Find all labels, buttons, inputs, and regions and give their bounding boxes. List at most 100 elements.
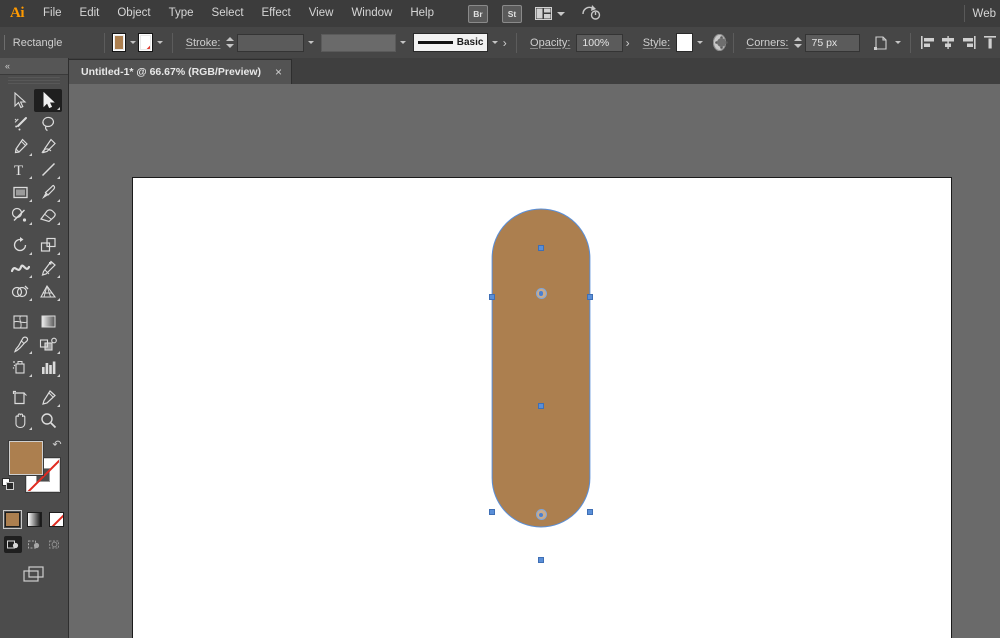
corners-label[interactable]: Corners: bbox=[740, 37, 794, 49]
tools-panel-grip[interactable] bbox=[8, 77, 60, 86]
slice-tool[interactable] bbox=[34, 386, 62, 409]
draw-behind-button[interactable] bbox=[25, 536, 43, 553]
opacity-input[interactable]: 100% bbox=[576, 33, 624, 52]
anchor-handle-top-left[interactable] bbox=[489, 293, 496, 300]
live-corner-widget-top[interactable] bbox=[535, 288, 547, 300]
sync-settings-icon[interactable] bbox=[581, 4, 601, 23]
center-point[interactable] bbox=[538, 402, 545, 409]
tool-flyout-indicator[interactable] bbox=[57, 404, 60, 407]
color-mode-button[interactable] bbox=[2, 510, 22, 529]
shaper-tool[interactable] bbox=[6, 204, 34, 227]
opacity-label[interactable]: Opacity: bbox=[524, 37, 576, 49]
perspective-grid-tool[interactable] bbox=[34, 280, 62, 303]
paintbrush-tool[interactable] bbox=[34, 181, 62, 204]
menu-object[interactable]: Object bbox=[108, 0, 159, 27]
tool-flyout-indicator[interactable] bbox=[57, 298, 60, 301]
shape-builder-tool[interactable] bbox=[6, 280, 34, 303]
selection-tool[interactable] bbox=[6, 89, 34, 112]
tool-flyout-indicator[interactable] bbox=[57, 222, 60, 225]
fill-swatch[interactable] bbox=[111, 33, 127, 52]
stroke-weight-input[interactable] bbox=[237, 33, 304, 52]
eraser-tool[interactable] bbox=[34, 204, 62, 227]
tool-flyout-indicator[interactable] bbox=[57, 351, 60, 354]
tool-flyout-indicator[interactable] bbox=[29, 275, 32, 278]
anchor-handle-top-right[interactable] bbox=[586, 293, 593, 300]
symbol-sprayer-tool[interactable] bbox=[6, 356, 34, 379]
stroke-label[interactable]: Stroke: bbox=[180, 37, 227, 49]
draw-normal-button[interactable] bbox=[4, 536, 22, 553]
width-profile-dropdown-icon[interactable] bbox=[398, 33, 408, 52]
opacity-options-icon[interactable]: › bbox=[623, 36, 632, 50]
stroke-swatch[interactable] bbox=[138, 33, 154, 52]
change-screen-mode-button[interactable] bbox=[0, 565, 68, 583]
stroke-weight-stepper[interactable] bbox=[226, 33, 235, 52]
magic-wand-tool[interactable] bbox=[6, 112, 34, 135]
hand-tool[interactable] bbox=[6, 409, 34, 432]
anchor-handle-bottom-left[interactable] bbox=[489, 508, 496, 515]
chevron-down-icon[interactable] bbox=[557, 11, 565, 16]
menu-view[interactable]: View bbox=[300, 0, 343, 27]
menu-type[interactable]: Type bbox=[160, 0, 203, 27]
workspace-switcher[interactable]: Web bbox=[973, 8, 1000, 20]
menu-window[interactable]: Window bbox=[342, 0, 401, 27]
none-mode-button[interactable] bbox=[48, 512, 64, 527]
tool-flyout-indicator[interactable] bbox=[57, 176, 60, 179]
anchor-handle-bottom-right[interactable] bbox=[586, 508, 593, 515]
document-tab[interactable]: Untitled-1* @ 66.67% (RGB/Preview) × bbox=[68, 59, 293, 84]
lasso-tool[interactable] bbox=[34, 112, 62, 135]
direct-selection-tool[interactable] bbox=[34, 89, 62, 112]
fill-dropdown-icon[interactable] bbox=[128, 33, 138, 52]
tool-flyout-indicator[interactable] bbox=[29, 153, 32, 156]
align-center-icon[interactable] bbox=[940, 32, 957, 54]
tool-flyout-indicator[interactable] bbox=[29, 252, 32, 255]
artboard-tool[interactable] bbox=[6, 386, 34, 409]
draw-inside-button[interactable] bbox=[46, 536, 64, 553]
style-dropdown-icon[interactable] bbox=[695, 33, 705, 52]
curvature-tool[interactable] bbox=[34, 135, 62, 158]
corner-radius-input[interactable]: 75 px bbox=[805, 33, 860, 52]
close-icon[interactable]: × bbox=[275, 66, 282, 78]
tool-flyout-indicator[interactable] bbox=[29, 176, 32, 179]
stroke-weight-dropdown-icon[interactable] bbox=[306, 33, 316, 52]
pen-tool[interactable] bbox=[6, 135, 34, 158]
tool-flyout-indicator[interactable] bbox=[29, 222, 32, 225]
tool-flyout-indicator[interactable] bbox=[29, 427, 32, 430]
scale-tool[interactable] bbox=[34, 234, 62, 257]
anchor-handle-top[interactable] bbox=[538, 244, 545, 251]
tool-flyout-indicator[interactable] bbox=[57, 199, 60, 202]
tool-flyout-indicator[interactable] bbox=[57, 252, 60, 255]
tool-flyout-indicator[interactable] bbox=[29, 351, 32, 354]
artboard[interactable] bbox=[132, 177, 952, 638]
mesh-tool[interactable] bbox=[6, 310, 34, 333]
zoom-tool[interactable] bbox=[34, 409, 62, 432]
brush-dropdown-icon[interactable] bbox=[490, 33, 500, 52]
anchor-handle-bottom[interactable] bbox=[538, 556, 545, 563]
blend-tool[interactable] bbox=[34, 333, 62, 356]
menu-select[interactable]: Select bbox=[203, 0, 253, 27]
tool-flyout-indicator[interactable] bbox=[57, 275, 60, 278]
line-segment-tool[interactable] bbox=[34, 158, 62, 181]
align-top-icon[interactable] bbox=[981, 32, 998, 54]
rotate-tool[interactable] bbox=[6, 234, 34, 257]
menu-file[interactable]: File bbox=[34, 0, 71, 27]
width-tool[interactable] bbox=[6, 257, 34, 280]
free-transform-tool[interactable] bbox=[34, 257, 62, 280]
default-fill-stroke-icon[interactable] bbox=[2, 478, 15, 491]
control-bar-grip[interactable] bbox=[0, 27, 7, 58]
graphic-style-swatch[interactable] bbox=[676, 33, 694, 52]
swap-fill-stroke-icon[interactable]: ↶ bbox=[50, 438, 64, 452]
type-tool[interactable]: T bbox=[6, 158, 34, 181]
opacity-expand-icon[interactable]: › bbox=[500, 36, 509, 50]
gradient-tool[interactable] bbox=[34, 310, 62, 333]
menu-edit[interactable]: Edit bbox=[71, 0, 109, 27]
align-right-icon[interactable] bbox=[961, 32, 978, 54]
eyedropper-tool[interactable] bbox=[6, 333, 34, 356]
brush-definition-select[interactable]: Basic bbox=[413, 33, 489, 52]
column-graph-tool[interactable] bbox=[34, 356, 62, 379]
fill-color-swatch[interactable] bbox=[9, 441, 43, 475]
rounded-rectangle-shape[interactable] bbox=[492, 208, 590, 527]
menu-effect[interactable]: Effect bbox=[253, 0, 300, 27]
recolor-artwork-icon[interactable] bbox=[712, 34, 726, 51]
arrange-documents-icon[interactable] bbox=[535, 7, 565, 20]
collapse-panel-icon[interactable]: « bbox=[5, 61, 10, 71]
